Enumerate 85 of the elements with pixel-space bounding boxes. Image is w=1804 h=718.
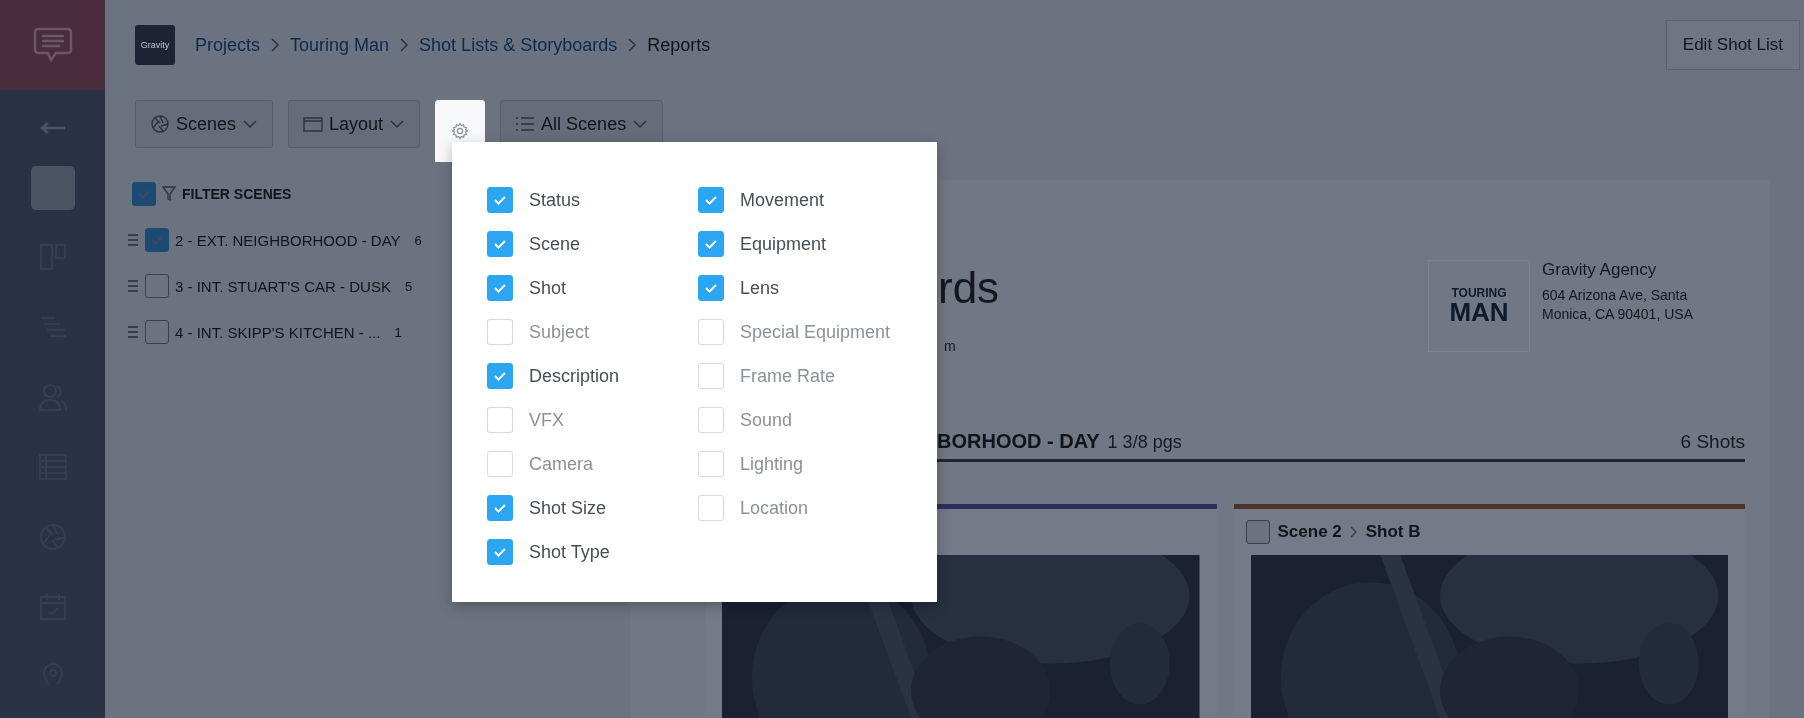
project-thumbnail[interactable]	[30, 166, 75, 210]
caret-icon	[242, 119, 259, 129]
shot-label: Shot B	[1365, 522, 1421, 542]
check-icon	[493, 503, 507, 513]
checkbox[interactable]	[145, 274, 169, 298]
report-title: rds	[938, 262, 1001, 314]
drag-handle-icon[interactable]	[127, 325, 139, 339]
filter-icon	[162, 186, 176, 202]
check-icon	[493, 283, 507, 293]
scene-name: 2 - EXT. NEIGHBORHOOD - DAY	[175, 231, 401, 249]
report-subtitle: m	[943, 338, 957, 354]
column-option[interactable]: VFX	[487, 407, 698, 433]
column-option[interactable]: Shot Size	[487, 495, 698, 521]
breadcrumb-link[interactable]: Shot Lists & Storyboards	[419, 34, 618, 56]
shot-total: 6 Shots	[1680, 431, 1745, 453]
column-option[interactable]: Subject	[487, 319, 698, 345]
column-option[interactable]: Camera	[487, 451, 698, 477]
checkbox[interactable]	[487, 539, 513, 565]
toolbar-button[interactable]: Layout	[288, 100, 421, 148]
column-option[interactable]: Scene	[487, 231, 698, 257]
check-icon	[493, 239, 507, 249]
column-option[interactable]: Special Equipment	[698, 319, 891, 345]
chevron-icon	[270, 37, 281, 53]
chevron-icon	[1349, 526, 1358, 538]
company-address: Monica, CA 90401, USA	[1542, 305, 1693, 324]
checkbox[interactable]	[145, 228, 169, 252]
scene-heading: BORHOOD - DAY	[937, 430, 1100, 453]
check-icon	[704, 239, 718, 249]
column-option[interactable]: Lens	[698, 275, 891, 301]
checkbox[interactable]	[145, 320, 169, 344]
breadcrumb-link[interactable]: Projects	[195, 34, 261, 56]
settings-icon	[451, 122, 470, 140]
column-option[interactable]: Equipment	[698, 231, 891, 257]
shot-count: 1	[394, 324, 402, 340]
checkbox[interactable]	[487, 187, 513, 213]
shot-count: 6	[414, 232, 422, 248]
filter-scenes-label: FILTER SCENES	[182, 186, 292, 202]
column-option[interactable]: Description	[487, 363, 698, 389]
check-icon	[493, 371, 507, 381]
checkbox[interactable]	[698, 275, 724, 301]
column-option[interactable]: Location	[698, 495, 891, 521]
checkbox[interactable]	[487, 231, 513, 257]
drag-handle-icon[interactable]	[127, 279, 139, 293]
edit-shot-list-button[interactable]: Edit Shot List	[1665, 20, 1800, 70]
column-option[interactable]: Shot	[487, 275, 698, 301]
touring-man-logo: TOURING MAN	[1428, 260, 1530, 352]
caret-icon	[632, 119, 649, 129]
column-option[interactable]: Status	[487, 187, 698, 213]
column-option[interactable]: Frame Rate	[698, 363, 891, 389]
caret-icon	[389, 119, 406, 129]
page-count: 1 3/8 pgs	[1107, 432, 1182, 453]
check-icon	[137, 189, 151, 199]
company-name: Gravity Agency	[1542, 260, 1658, 280]
company-address: 604 Arizona Ave, Santa	[1542, 286, 1689, 305]
window-icon	[303, 116, 324, 132]
list-icon	[515, 116, 536, 132]
breadcrumb-link[interactable]: Touring Man	[290, 34, 390, 56]
toolbar-button[interactable]: Scenes	[135, 100, 274, 148]
scene-name: 3 - INT. STUART'S CAR - DUSK	[175, 277, 391, 295]
checkbox[interactable]	[698, 187, 724, 213]
check-icon	[704, 195, 718, 205]
check-icon	[493, 547, 507, 557]
column-option[interactable]: Movement	[698, 187, 891, 213]
shot-count: 5	[404, 278, 413, 294]
check-icon	[493, 195, 507, 205]
drag-handle-icon[interactable]	[127, 233, 139, 247]
company-logo: Gravity	[135, 25, 175, 65]
check-icon	[704, 283, 718, 293]
checkbox[interactable]	[487, 275, 513, 301]
column-option[interactable]: Sound	[698, 407, 891, 433]
back-arrow-icon[interactable]	[39, 122, 66, 134]
checkbox[interactable]	[132, 182, 156, 206]
checkbox[interactable]	[487, 495, 513, 521]
scene-name: 4 - INT. SKIPP'S KITCHEN - ...	[175, 323, 381, 341]
scene-label: Scene 2	[1277, 522, 1342, 542]
chevron-icon	[399, 37, 410, 53]
breadcrumb-link[interactable]: Reports	[647, 34, 711, 56]
chevron-icon	[627, 37, 638, 53]
checkbox[interactable]	[487, 363, 513, 389]
checkbox[interactable]	[698, 231, 724, 257]
column-option[interactable]: Shot Type	[487, 539, 698, 565]
aperture-icon	[150, 114, 170, 134]
column-option[interactable]: Lighting	[698, 451, 891, 477]
checkbox[interactable]	[1245, 520, 1270, 544]
check-icon	[150, 235, 164, 245]
